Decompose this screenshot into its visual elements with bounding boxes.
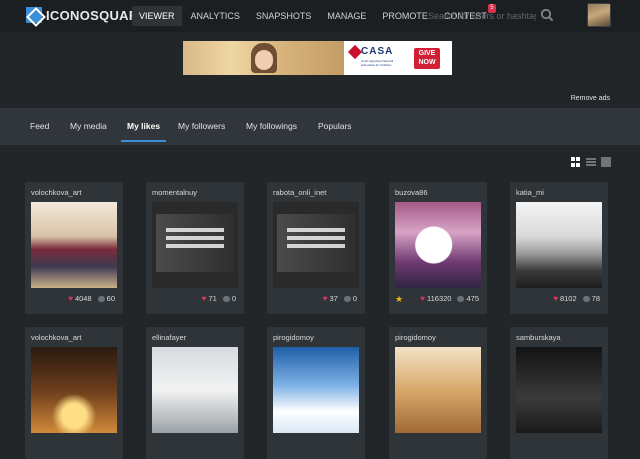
card-username[interactable]: ellinafayer xyxy=(152,333,186,342)
nav-snapshots[interactable]: SNAPSHOTS xyxy=(249,6,319,26)
card-photo[interactable] xyxy=(516,347,602,433)
like-count: 8102 xyxy=(559,294,577,303)
iconosquare-logo[interactable]: ICONOSQUARE xyxy=(26,7,148,23)
card-photo[interactable] xyxy=(273,202,359,288)
card-photo[interactable] xyxy=(31,347,117,433)
media-card: ellinafayer xyxy=(146,327,244,459)
ad-brand-area: CASA Court Appointed Special Advocates f… xyxy=(344,41,452,75)
comment-icon[interactable] xyxy=(582,295,590,302)
card-username[interactable]: samburskaya xyxy=(516,333,561,342)
comment-icon[interactable] xyxy=(97,295,105,302)
heart-icon[interactable]: ♥ xyxy=(553,294,558,303)
card-stats: ♥ 116320 475 xyxy=(420,294,479,303)
card-photo[interactable] xyxy=(273,347,359,433)
card-photo[interactable] xyxy=(152,347,238,433)
comment-count: 78 xyxy=(591,294,600,303)
tile-view-icon[interactable] xyxy=(601,157,611,167)
heart-icon[interactable]: ♥ xyxy=(323,294,328,303)
like-count: 71 xyxy=(208,294,217,303)
casa-heart-icon xyxy=(347,44,363,60)
media-card: pirogidomoy xyxy=(389,327,487,459)
nav-analytics[interactable]: ANALYTICS xyxy=(184,6,247,26)
tab-my-media[interactable]: My media xyxy=(70,108,107,145)
ad-brand-subtitle: Court Appointed Special Advocates for Ch… xyxy=(361,59,394,67)
media-card: momentalnuy ♥ 71 0 xyxy=(146,182,244,314)
media-card: katia_mi ♥ 8102 78 xyxy=(510,182,608,314)
card-username[interactable]: buzova86 xyxy=(395,188,428,197)
card-username[interactable]: pirogidomoy xyxy=(273,333,314,342)
like-count: 4048 xyxy=(74,294,92,303)
search-icon[interactable] xyxy=(540,8,554,22)
tab-my-likes[interactable]: My likes xyxy=(120,108,167,145)
media-card: volochkova_art ♥ 4048 60 xyxy=(25,182,123,314)
like-count: 116320 xyxy=(427,294,452,303)
tab-my-followings[interactable]: My followings xyxy=(246,108,297,145)
comment-count: 60 xyxy=(106,294,115,303)
media-card: buzova86 ★ ♥ 116320 475 xyxy=(389,182,487,314)
comment-icon[interactable] xyxy=(343,295,351,302)
tab-feed[interactable]: Feed xyxy=(30,108,49,145)
card-stats: ♥ 8102 78 xyxy=(553,294,600,303)
card-stats: ♥ 4048 60 xyxy=(68,294,115,303)
user-avatar[interactable] xyxy=(587,3,611,27)
give-now-button[interactable]: GIVE NOW xyxy=(414,48,440,69)
media-card: samburskaya xyxy=(510,327,608,459)
card-photo[interactable] xyxy=(395,347,481,433)
logo-mark-icon xyxy=(26,7,42,23)
comment-count: 475 xyxy=(466,294,479,303)
give-now-line2: NOW xyxy=(418,59,436,66)
card-username[interactable]: momentalnuy xyxy=(152,188,197,197)
remove-ads-link[interactable]: Remove ads xyxy=(571,95,610,102)
card-stats: ♥ 71 0 xyxy=(202,294,236,303)
like-count: 37 xyxy=(329,294,338,303)
top-navigation-bar: ICONOSQUARE VIEWER ANALYTICS SNAPSHOTS M… xyxy=(0,0,640,32)
card-username[interactable]: katia_mi xyxy=(516,188,544,197)
tab-populars[interactable]: Populars xyxy=(318,108,352,145)
card-username[interactable]: volochkova_art xyxy=(31,188,81,197)
comment-icon[interactable] xyxy=(222,295,230,302)
heart-icon[interactable]: ♥ xyxy=(68,294,73,303)
grid-view-icon[interactable] xyxy=(571,157,581,167)
card-stats: ♥ 37 0 xyxy=(323,294,357,303)
card-username[interactable]: volochkova_art xyxy=(31,333,81,342)
ad-photo xyxy=(183,41,344,75)
card-username[interactable]: pirogidomoy xyxy=(395,333,436,342)
view-mode-toggle xyxy=(566,157,611,167)
media-card: pirogidomoy xyxy=(267,327,365,459)
list-view-icon[interactable] xyxy=(586,157,596,167)
search-input[interactable] xyxy=(428,9,536,23)
card-photo[interactable] xyxy=(152,202,238,288)
card-photo[interactable] xyxy=(31,202,117,288)
card-username[interactable]: rabota_onli_inet xyxy=(273,188,326,197)
ad-brand: CASA xyxy=(361,46,394,57)
card-photo[interactable] xyxy=(395,202,481,288)
media-card: volochkova_art xyxy=(25,327,123,459)
nav-promote[interactable]: PROMOTE xyxy=(375,6,435,26)
nav-viewer[interactable]: VIEWER xyxy=(132,6,182,26)
comment-count: 0 xyxy=(231,294,236,303)
viewer-tabs: Feed My media My likes My followers My f… xyxy=(0,108,640,145)
tab-my-followers[interactable]: My followers xyxy=(178,108,225,145)
card-photo[interactable] xyxy=(516,202,602,288)
nav-manage[interactable]: MANAGE xyxy=(320,6,373,26)
ad-banner[interactable]: CASA Court Appointed Special Advocates f… xyxy=(183,41,452,75)
heart-icon[interactable]: ♥ xyxy=(202,294,207,303)
comment-icon[interactable] xyxy=(457,295,465,302)
heart-icon[interactable]: ♥ xyxy=(420,294,425,303)
give-now-line1: GIVE xyxy=(418,50,436,57)
star-icon[interactable]: ★ xyxy=(395,294,403,305)
media-card: rabota_onli_inet ♥ 37 0 xyxy=(267,182,365,314)
comment-count: 0 xyxy=(352,294,357,303)
